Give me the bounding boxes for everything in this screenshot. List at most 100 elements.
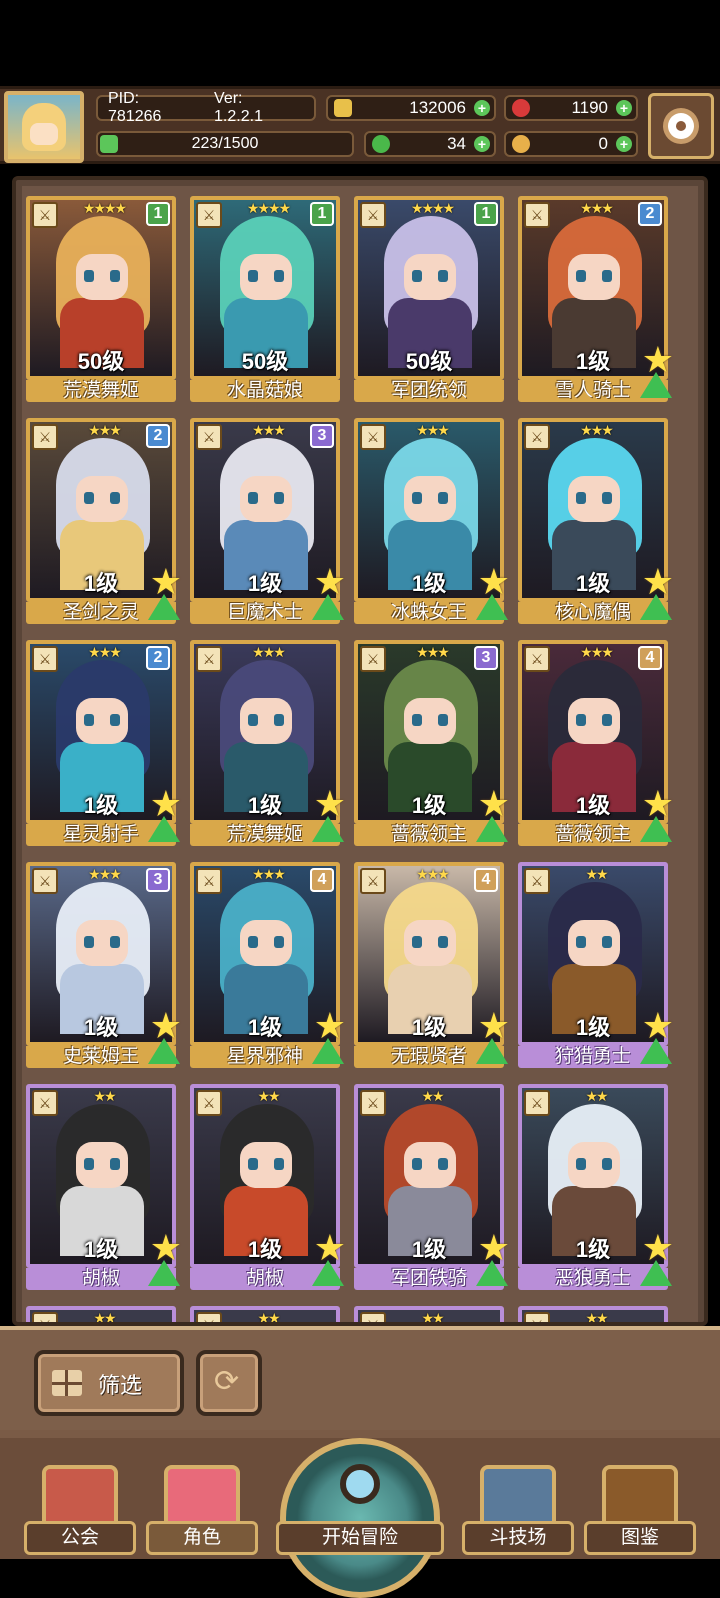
add-clover-button[interactable]: + — [474, 136, 490, 152]
star-rating: ★★★★ — [82, 200, 127, 216]
player-avatar[interactable] — [4, 91, 84, 163]
level-up-arrow-icon — [476, 594, 508, 620]
level-up-arrow-icon — [640, 594, 672, 620]
rank-badge: 1 — [146, 202, 170, 226]
card-frame: ⚔ ★★ — [26, 1306, 176, 1326]
character-card[interactable]: ⚔ ★★★ 2 1级 雪人骑士 ★ — [518, 196, 674, 402]
star-rating: ★★★★ — [246, 200, 291, 216]
character-card[interactable]: ⚔ ★★★ 3 1级 巨魔术士 ★ — [190, 418, 346, 624]
weapon-type-icon: ⚔ — [524, 202, 550, 228]
star-rating: ★★ — [93, 1310, 116, 1326]
character-card[interactable]: ⚔ ★★★ 4 1级 星界邪神 ★ — [190, 862, 346, 1068]
nav-adventure-label: 开始冒险 — [276, 1521, 444, 1555]
character-card[interactable]: ⚔ ★★★★ 1 50级 荒漠舞姬 — [26, 196, 176, 402]
star-rating: ★★★ — [252, 866, 286, 882]
star-rating: ★★★ — [88, 866, 122, 882]
level-up-arrow-icon — [148, 594, 180, 620]
character-card[interactable]: ⚔ ★★★★ 1 50级 军团统领 — [354, 196, 504, 402]
character-card-partial[interactable]: ⚔ ★★ — [26, 1306, 176, 1326]
character-card[interactable]: ⚔ ★★★ 1级 冰蛛女王 ★ — [354, 418, 510, 624]
bottom-nav: 公会 角色 开始冒险 斗技场 图鉴 — [0, 1438, 720, 1598]
refresh-icon: ⟳ — [214, 1365, 240, 1398]
weapon-type-icon: ⚔ — [360, 868, 386, 894]
rank-badge: 4 — [310, 868, 334, 892]
meat-counter: 0 + — [504, 131, 638, 157]
nav-arena[interactable]: 斗技场 — [462, 1451, 574, 1555]
star-rating: ★★★ — [580, 422, 614, 438]
filter-label: 筛选 — [98, 1373, 143, 1398]
star-rating: ★★★ — [252, 422, 286, 438]
character-card[interactable]: ⚔ ★★★ 3 1级 蔷薇领主 ★ — [354, 640, 510, 846]
character-card[interactable]: ⚔ ★★★ 4 1级 无瑕贤者 ★ — [354, 862, 510, 1068]
character-card[interactable]: ⚔ ★★★★ 1 50级 水晶菇娘 — [190, 196, 340, 402]
star-rating: ★★ — [421, 1310, 444, 1326]
card-frame: ⚔ ★★ — [190, 1306, 340, 1322]
star-rating: ★★★ — [580, 644, 614, 660]
character-card-partial[interactable]: ⚔ ★★ — [518, 1306, 668, 1322]
star-rating: ★★ — [257, 1088, 280, 1104]
filter-button[interactable]: 筛选 — [34, 1350, 184, 1416]
character-card-partial[interactable]: ⚔ ★★ — [190, 1306, 340, 1322]
character-card[interactable]: ⚔ ★★★ 1级 荒漠舞姬 ★ — [190, 640, 346, 846]
gold-counter: 132006 + — [326, 95, 496, 121]
level-up-arrow-icon — [640, 816, 672, 842]
player-header: PID: 781266 Ver: 1.2.2.1 132006 + 1190 +… — [0, 86, 720, 164]
gold-amount: 132006 — [409, 98, 466, 117]
level-up-arrow-icon — [148, 1260, 180, 1286]
level-up-arrow-icon — [640, 1260, 672, 1286]
character-card[interactable]: ⚔ ★★ 1级 胡椒 ★ — [26, 1084, 182, 1290]
rank-badge: 3 — [310, 424, 334, 448]
weapon-type-icon: ⚔ — [524, 424, 550, 450]
character-name: 军团统领 — [354, 380, 504, 402]
character-card[interactable]: ⚔ ★★ 1级 军团铁骑 ★ — [354, 1084, 510, 1290]
weapon-type-icon: ⚔ — [196, 1312, 222, 1322]
rank-badge: 2 — [146, 646, 170, 670]
card-frame: ⚔ ★★ — [354, 1306, 504, 1326]
level-up-arrow-icon — [312, 1260, 344, 1286]
character-level: 50级 — [77, 349, 125, 374]
nav-guild[interactable]: 公会 — [24, 1451, 136, 1555]
nav-start-adventure[interactable]: 开始冒险 — [276, 1438, 444, 1598]
level-up-arrow-icon — [640, 1038, 672, 1064]
add-gem-button[interactable]: + — [616, 100, 632, 116]
nav-character[interactable]: 角色 — [146, 1451, 258, 1555]
character-card[interactable]: ⚔ ★★ 1级 恶狼勇士 ★ — [518, 1084, 674, 1290]
level-up-arrow-icon — [312, 1038, 344, 1064]
character-name: 荒漠舞姬 — [26, 380, 176, 402]
status-bar-area — [0, 0, 720, 86]
character-card[interactable]: ⚔ ★★★ 4 1级 蔷薇领主 ★ — [518, 640, 674, 846]
meat-amount: 0 — [598, 134, 608, 153]
weapon-type-icon: ⚔ — [360, 1090, 386, 1116]
star-rating: ★★★ — [416, 644, 450, 660]
add-meat-button[interactable]: + — [616, 136, 632, 152]
character-level: 50级 — [241, 349, 289, 374]
settings-gear-button[interactable] — [648, 93, 714, 159]
card-frame: ⚔ ★★ — [518, 1306, 668, 1322]
character-card[interactable]: ⚔ ★★★ 3 1级 史莱姆王 ★ — [26, 862, 182, 1068]
rank-badge: 2 — [638, 202, 662, 226]
weapon-type-icon: ⚔ — [196, 424, 222, 450]
character-card[interactable]: ⚔ ★★★ 1级 核心魔偶 ★ — [518, 418, 674, 624]
character-card[interactable]: ⚔ ★★★ 2 1级 星灵射手 ★ — [26, 640, 182, 846]
sort-refresh-button[interactable]: ⟳ — [196, 1350, 262, 1416]
red-gem-icon — [512, 99, 530, 117]
star-rating: ★★★★ — [410, 200, 455, 216]
character-card[interactable]: ⚔ ★★★ 2 1级 圣剑之灵 ★ — [26, 418, 182, 624]
weapon-type-icon: ⚔ — [524, 1090, 550, 1116]
character-card-partial[interactable]: ⚔ ★★ — [354, 1306, 504, 1326]
weapon-type-icon: ⚔ — [360, 1312, 386, 1322]
card-frame: ⚔ ★★★★ 1 50级 — [26, 196, 176, 380]
weapon-type-icon: ⚔ — [32, 1090, 58, 1116]
nav-codex[interactable]: 图鉴 — [584, 1451, 696, 1555]
add-gold-button[interactable]: + — [474, 100, 490, 116]
level-up-arrow-icon — [476, 1038, 508, 1064]
character-card[interactable]: ⚔ ★★ 1级 狩猎勇士 ★ — [518, 862, 674, 1068]
character-card[interactable]: ⚔ ★★ 1级 胡椒 ★ — [190, 1084, 346, 1290]
character-grid[interactable]: ⚔ ★★★★ 1 50级 荒漠舞姬 ⚔ ★★★★ 1 50级 水晶菇娘 ⚔ ★★★★ 1 50级 军团统领 ⚔… — [22, 186, 698, 1322]
nav-guild-label: 公会 — [24, 1521, 136, 1555]
character-name: 水晶菇娘 — [190, 380, 340, 402]
weapon-type-icon: ⚔ — [32, 646, 58, 672]
rank-badge: 2 — [146, 424, 170, 448]
magnifier-icon — [340, 1464, 380, 1504]
player-id: PID: 781266 — [108, 90, 162, 125]
